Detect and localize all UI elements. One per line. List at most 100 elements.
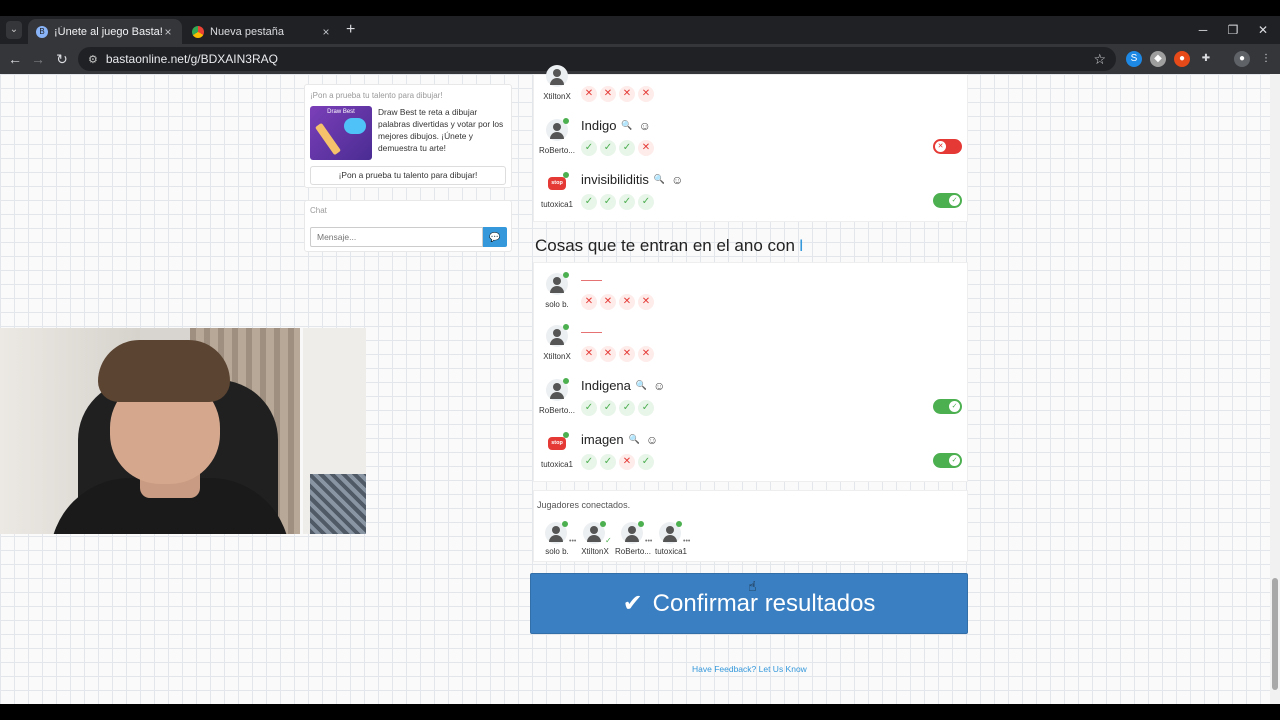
answer-word: Indigo — [581, 118, 617, 133]
tab-basta[interactable]: B ¡Únete al juego Basta! × — [28, 19, 182, 44]
bookmark-star-icon[interactable]: ☆ — [1093, 51, 1106, 68]
answer-text: invisibiliditis 🔍 ☺ — [581, 172, 683, 187]
online-indicator — [563, 272, 569, 278]
bottom-black-bar — [0, 704, 1280, 720]
minimize-icon[interactable]: ─ — [1188, 16, 1218, 44]
player-name: XtiltonX — [543, 92, 571, 101]
vote-check-icon: ✓ — [619, 400, 635, 416]
online-indicator — [563, 378, 569, 384]
vote-x-icon: ✕ — [581, 86, 597, 102]
tab-new-tab[interactable]: Nueva pestaña × — [184, 19, 340, 44]
tab-title: ¡Únete al juego Basta! — [54, 25, 162, 38]
vote-x-icon: ✕ — [638, 86, 654, 102]
vote-list: ✕ ✕ ✕ ✕ — [581, 346, 657, 362]
player-name: XtiltonX — [543, 352, 571, 361]
vote-check-icon: ✓ — [581, 454, 597, 470]
emoji-react-icon[interactable]: ☺ — [653, 379, 665, 393]
vote-check-icon: ✓ — [600, 454, 616, 470]
scrollbar-thumb[interactable] — [1272, 578, 1278, 690]
search-icon[interactable]: 🔍 — [654, 174, 665, 185]
player-name: RoBerto... — [538, 146, 575, 155]
promo-description: Draw Best te reta a dibujar palabras div… — [378, 107, 504, 153]
empty-answer-line — [581, 280, 602, 281]
more-menu-icon[interactable]: ⋮ — [1258, 51, 1274, 67]
close-window-icon[interactable]: ✕ — [1248, 16, 1278, 44]
restore-icon[interactable]: ❐ — [1218, 16, 1248, 44]
toggle-check-icon: ✓ — [949, 195, 960, 206]
puzzle-icon[interactable]: ✚ — [1198, 51, 1214, 67]
validity-toggle[interactable]: ✓ — [933, 399, 962, 414]
user-avatar — [659, 521, 682, 544]
promo-button[interactable]: ¡Pon a prueba tu talento para dibujar! — [310, 166, 506, 185]
promo-title: ¡Pon a prueba tu talento para dibujar! — [310, 91, 443, 100]
vote-list: ✓ ✓ ✕ ✓ — [581, 454, 657, 470]
chat-send-button[interactable]: 💬 — [483, 227, 507, 247]
extension-icon[interactable]: ● — [1174, 51, 1190, 67]
vote-check-icon: ✓ — [638, 454, 654, 470]
user-avatar — [545, 521, 568, 544]
shield-icon[interactable]: ◆ — [1150, 51, 1166, 67]
tab-close-icon[interactable]: × — [320, 25, 332, 39]
emoji-react-icon[interactable]: ☺ — [646, 433, 658, 447]
answer-row: stop tutoxica1 invisibiliditis 🔍 ☺ ✓ ✓ ✓… — [534, 167, 967, 221]
answer-row: XtiltonX ✕ ✕ ✕ ✕ — [534, 59, 967, 113]
vote-x-icon: ✕ — [638, 346, 654, 362]
vote-check-icon: ✓ — [619, 140, 635, 156]
chat-message-input[interactable] — [310, 227, 483, 247]
online-indicator — [600, 521, 606, 527]
emoji-react-icon[interactable]: ☺ — [639, 119, 651, 133]
vote-list: ✕ ✕ ✕ ✕ — [581, 294, 657, 310]
connected-players-title: Jugadores conectados. — [537, 500, 631, 510]
validity-toggle[interactable]: ✓ — [933, 193, 962, 208]
extension-icon[interactable]: S — [1126, 51, 1142, 67]
feedback-link[interactable]: Have Feedback? Let Us Know — [692, 664, 807, 674]
reload-icon[interactable]: ↻ — [51, 48, 73, 70]
new-tab-icon[interactable]: + — [346, 20, 360, 40]
stop-avatar: stop — [546, 432, 569, 455]
chat-card: Chat 💬 — [304, 200, 512, 252]
player-name: tutoxica1 — [540, 200, 574, 209]
previous-category-card: XtiltonX ✕ ✕ ✕ ✕ RoBerto... Indigo 🔍 ☺ ✓… — [533, 65, 968, 222]
user-avatar — [546, 272, 569, 295]
page-scrollbar[interactable] — [1270, 74, 1280, 704]
emoji-react-icon[interactable]: ☺ — [671, 173, 683, 187]
draw-best-logo: Draw Best — [327, 109, 355, 115]
online-indicator — [563, 324, 569, 330]
vote-x-icon: ✕ — [619, 346, 635, 362]
vote-check-icon: ✓ — [638, 400, 654, 416]
tab-title: Nueva pestaña — [210, 25, 284, 38]
toggle-check-icon: ✓ — [949, 455, 960, 466]
site-info-icon[interactable]: ⚙ — [88, 53, 98, 66]
vote-x-icon: ✕ — [600, 294, 616, 310]
vote-check-icon: ✓ — [600, 140, 616, 156]
confirm-results-label: Confirmar resultados — [652, 589, 876, 617]
toggle-check-icon: ✓ — [949, 401, 960, 412]
draw-best-image[interactable]: Draw Best — [310, 106, 372, 160]
search-icon[interactable]: 🔍 — [636, 380, 647, 391]
online-indicator — [563, 118, 569, 124]
answer-word: invisibiliditis — [581, 172, 649, 187]
player-name: tutoxica1 — [540, 460, 574, 469]
check-icon: ✔ — [622, 590, 643, 617]
profile-avatar[interactable]: ● — [1234, 51, 1250, 67]
vote-list: ✓ ✓ ✓ ✕ — [581, 140, 657, 156]
tab-search-icon[interactable]: ⌄ — [6, 21, 22, 39]
screen: ⌄ B ¡Únete al juego Basta! × Nueva pesta… — [0, 0, 1280, 720]
vote-x-icon: ✕ — [581, 346, 597, 362]
user-avatar — [546, 65, 568, 87]
back-icon[interactable]: ← — [4, 48, 26, 70]
validity-toggle[interactable]: ✕ — [933, 139, 962, 154]
vote-check-icon: ✓ — [581, 400, 597, 416]
vote-x-icon: ✕ — [619, 294, 635, 310]
forward-icon[interactable]: → — [27, 48, 49, 70]
tab-close-icon[interactable]: × — [162, 25, 174, 39]
search-icon[interactable]: 🔍 — [621, 120, 632, 131]
search-icon[interactable]: 🔍 — [629, 434, 640, 445]
empty-answer-line — [581, 332, 602, 333]
validity-toggle[interactable]: ✓ — [933, 453, 962, 468]
user-avatar — [583, 521, 606, 544]
mouse-cursor-icon: ☝ — [748, 578, 757, 594]
answer-row: stop tutoxica1 imagen 🔍 ☺ ✓ ✓ ✕ ✓ ✓ — [534, 427, 967, 481]
toggle-x-icon: ✕ — [935, 141, 946, 152]
vote-list: ✓ ✓ ✓ ✓ — [581, 400, 657, 416]
